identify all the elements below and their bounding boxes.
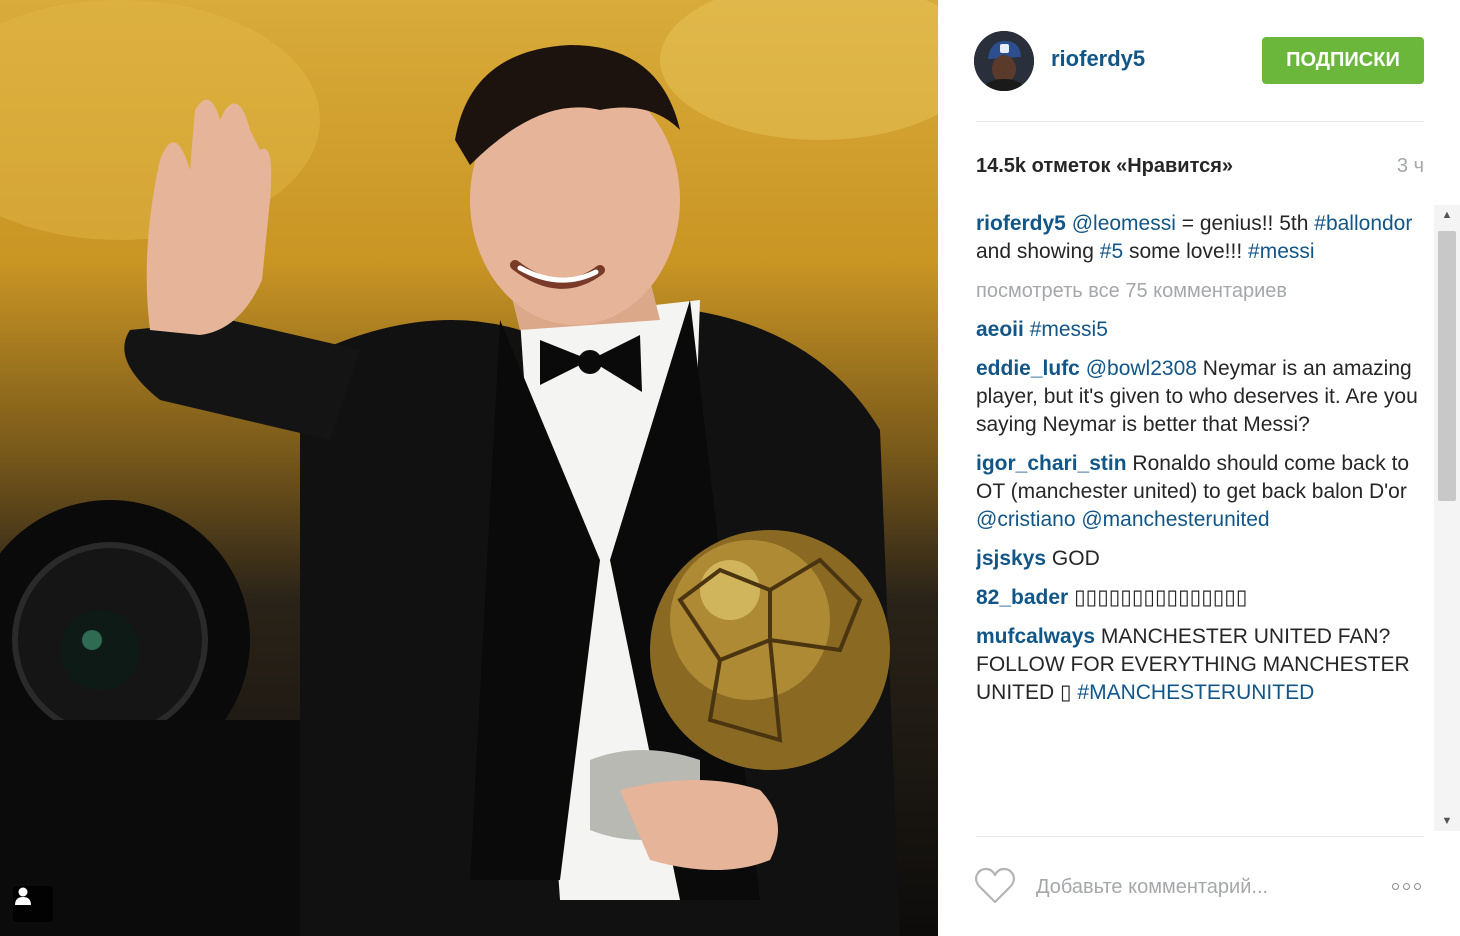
comment-link[interactable]: @manchesterunited xyxy=(1081,508,1269,531)
scroll-up-arrow-icon[interactable]: ▲ xyxy=(1434,205,1460,225)
comment-username[interactable]: mufcalways xyxy=(976,625,1095,648)
more-dots-icon xyxy=(1402,882,1410,890)
more-options-button[interactable] xyxy=(1384,874,1428,898)
comment-item: aeoii #messi5 xyxy=(976,316,1428,344)
comment-username[interactable]: igor_chari_stin xyxy=(976,452,1127,475)
comment-link[interactable]: @cristiano xyxy=(976,508,1076,531)
comment-link[interactable]: #MANCHESTERUNITED xyxy=(1077,681,1314,704)
comment-link[interactable]: @leomessi xyxy=(1072,212,1176,235)
comment-username[interactable]: 82_bader xyxy=(976,586,1068,609)
post-photo xyxy=(0,0,938,936)
view-all-comments-link[interactable]: посмотреть все 75 комментариев xyxy=(976,277,1428,305)
likes-count[interactable]: 14.5k отметок «Нравится» xyxy=(976,155,1233,178)
avatar[interactable] xyxy=(974,31,1034,91)
follow-button[interactable]: ПОДПИСКИ xyxy=(1262,37,1424,84)
comment-item: jsjskys GOD xyxy=(976,545,1428,573)
comment-text: and showing xyxy=(976,240,1100,263)
add-comment-input[interactable] xyxy=(1034,866,1368,908)
comments-scrollbar[interactable]: ▲ ▼ xyxy=(1434,205,1460,831)
comment-item: mufcalways MANCHESTER UNITED FAN? FOLLOW… xyxy=(976,623,1428,707)
post-author-username[interactable]: rioferdy5 xyxy=(1051,46,1145,72)
comment-item: eddie_lufc @bowl2308 Neymar is an amazin… xyxy=(976,355,1428,439)
comment-item: 82_bader ▯▯▯▯▯▯▯▯▯▯▯▯▯▯▯ xyxy=(976,584,1428,612)
comment-username[interactable]: jsjskys xyxy=(976,547,1046,570)
comment-username[interactable]: aeoii xyxy=(976,318,1024,341)
comment-items: aeoii #messi5 eddie_lufc @bowl2308 Neymar… xyxy=(976,316,1428,707)
comment-link[interactable]: #messi xyxy=(1248,240,1315,263)
comment-text: some love!!! xyxy=(1123,240,1249,263)
divider xyxy=(976,836,1424,837)
comment-link[interactable]: @bowl2308 xyxy=(1086,357,1197,380)
comment-text: = genius!! 5th xyxy=(1175,212,1315,235)
avatar-image xyxy=(974,31,1034,91)
comment-link[interactable]: #ballondor xyxy=(1314,212,1412,235)
comment-text: GOD xyxy=(1051,547,1100,570)
photo-illustration xyxy=(0,0,938,936)
comment-link[interactable]: #5 xyxy=(1100,240,1123,263)
scroll-thumb[interactable] xyxy=(1438,231,1456,501)
more-dots-icon xyxy=(1391,882,1399,890)
more-dots-icon xyxy=(1413,882,1421,890)
post-time[interactable]: 3 ч xyxy=(1397,155,1424,178)
person-icon xyxy=(15,887,31,905)
post-sidebar: rioferdy5 ПОДПИСКИ 14.5k отметок «Нравит… xyxy=(938,0,1460,936)
tag-people-button[interactable] xyxy=(13,886,53,922)
comment-item: igor_chari_stin Ronaldo should come back… xyxy=(976,450,1428,534)
divider xyxy=(976,121,1424,122)
comment-username[interactable]: eddie_lufc xyxy=(976,357,1080,380)
scroll-down-arrow-icon[interactable]: ▼ xyxy=(1434,811,1460,831)
comment-text: ▯▯▯▯▯▯▯▯▯▯▯▯▯▯▯ xyxy=(1074,586,1248,609)
comments-list: rioferdy5 @leomessi = genius!! 5th #ball… xyxy=(976,210,1428,830)
comment-username[interactable]: rioferdy5 xyxy=(976,212,1066,235)
caption: rioferdy5 @leomessi = genius!! 5th #ball… xyxy=(976,210,1428,266)
heart-outline-icon[interactable] xyxy=(974,866,1016,906)
comment-link[interactable]: #messi5 xyxy=(1030,318,1108,341)
